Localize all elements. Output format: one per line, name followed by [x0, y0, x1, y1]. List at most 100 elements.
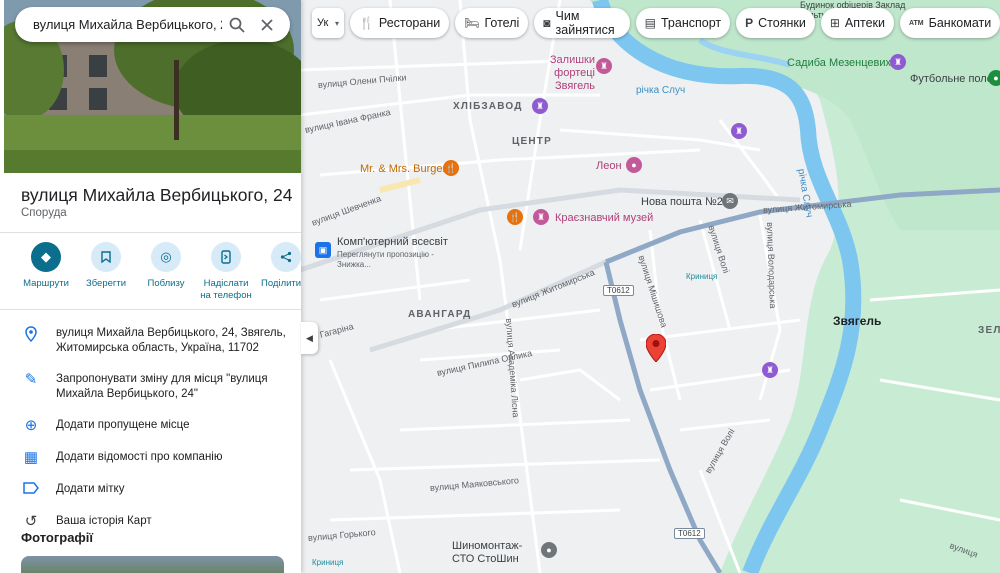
- address-text: вулиця Михайла Вербицького, 24, Звягель,…: [56, 327, 286, 354]
- poi-computer[interactable]: Комп'ютерний всесвіт: [337, 236, 448, 248]
- add-label-row[interactable]: Додати мітку: [0, 474, 301, 506]
- shopping-icon[interactable]: ●: [626, 157, 642, 173]
- district-label-zel: ЗЕЛ: [978, 325, 1000, 336]
- chip-label: Чим зайнятися: [555, 9, 615, 37]
- poi-computer-promo[interactable]: Переглянути пропозицію - Знижка...: [337, 250, 437, 270]
- chip-label: Банкомати: [928, 16, 992, 30]
- chevron-left-icon: ◀: [306, 332, 313, 343]
- poi-fortress[interactable]: Залишки фортеці Звягель: [547, 54, 595, 93]
- action-label: Надіслати на телефон: [200, 278, 252, 301]
- search-input[interactable]: [33, 17, 222, 32]
- label-icon: [21, 482, 41, 498]
- camera-icon: ◙: [543, 16, 551, 30]
- district-label-avanhard: АВАНГАРД: [408, 309, 472, 320]
- nearby-icon: ◎: [151, 242, 181, 272]
- poi-leon[interactable]: Леон: [596, 160, 622, 172]
- poi-krynytsia: Криниця: [686, 272, 718, 281]
- chip-transit[interactable]: ▤ Транспорт: [635, 8, 731, 38]
- poi-football[interactable]: Футбольне поле: [910, 73, 993, 85]
- search-box: [15, 7, 290, 42]
- language-layer-button[interactable]: Ук ▾: [312, 8, 344, 38]
- chip-things-to-do[interactable]: ◙ Чим зайнятися: [534, 8, 630, 38]
- chip-label: Аптеки: [844, 16, 885, 30]
- district-label-center: ЦЕНТР: [512, 136, 552, 147]
- action-label: Поблизу: [147, 278, 185, 289]
- history-icon: ↺: [24, 513, 38, 530]
- save-button[interactable]: Зберегти: [76, 242, 136, 302]
- location-pin-icon: [21, 326, 41, 346]
- category-chips-bar: Ук ▾ 🍴 Ресторани 🛏 Готелі ◙ Чим зайнятися ▤…: [312, 8, 1000, 38]
- poi-burger[interactable]: Mr. & Mrs. Burger: [360, 163, 446, 175]
- restaurant-icon[interactable]: 🍴: [443, 160, 459, 176]
- place-info-list: вулиця Михайла Вербицького, 24, Звягель,…: [0, 318, 301, 538]
- suggest-edit-row[interactable]: ✎ Запропонувати зміну для місця "вулиця …: [0, 364, 301, 410]
- parking-icon: P: [745, 16, 754, 30]
- road-shield: Т0612: [603, 285, 634, 296]
- landmark-icon[interactable]: ♜: [762, 362, 778, 378]
- maps-history-text: Ваша історія Карт: [56, 515, 152, 527]
- nearby-button[interactable]: ◎ Поблизу: [136, 242, 196, 302]
- landmark-icon[interactable]: ♜: [532, 98, 548, 114]
- add-missing-place-text: Додати пропущене місце: [56, 419, 190, 431]
- send-to-phone-icon: [211, 242, 241, 272]
- directions-icon: ◆: [31, 242, 61, 272]
- chip-parking[interactable]: P Стоянки: [736, 8, 815, 38]
- suggest-edit-text: Запропонувати зміну для місця "вулиця Ми…: [56, 373, 268, 400]
- caret-down-icon: ▾: [334, 18, 339, 28]
- add-business-row[interactable]: ▦ Додати відомості про компанію: [0, 442, 301, 474]
- museum-icon[interactable]: ♜: [533, 209, 549, 225]
- place-type: Споруда: [21, 207, 67, 219]
- place-title: вулиця Михайла Вербицького, 24: [21, 185, 293, 205]
- restaurant-icon[interactable]: 🍴: [507, 209, 523, 225]
- car-service-icon[interactable]: ●: [541, 542, 557, 558]
- poi-museum[interactable]: Краєзнавчий музей: [555, 212, 653, 224]
- landmark-icon[interactable]: ♜: [890, 54, 906, 70]
- pencil-icon: ✎: [24, 371, 38, 388]
- add-label-text: Додати мітку: [56, 483, 125, 495]
- poi-shynomontazh[interactable]: Шиномонтаж-СТО СтоШин: [452, 540, 542, 566]
- landmark-icon[interactable]: ♜: [596, 58, 612, 74]
- action-label: Поділитися: [261, 278, 301, 289]
- poi-krynytsia: Криниця: [312, 558, 344, 567]
- shopping-bag-icon[interactable]: ▣: [315, 242, 331, 258]
- pharmacy-icon: ⊞: [829, 16, 840, 30]
- landmark-icon[interactable]: ♜: [731, 123, 747, 139]
- chip-pharmacies[interactable]: ⊞ Аптеки: [820, 8, 894, 38]
- action-label: Маршрути: [23, 278, 69, 289]
- chip-atms[interactable]: ATM Банкомати: [899, 8, 1000, 38]
- add-missing-place-row[interactable]: ⊕ Додати пропущене місце: [0, 410, 301, 442]
- photos-heading: Фотографії: [21, 530, 94, 545]
- post-office-icon[interactable]: ✉: [722, 193, 738, 209]
- collapse-panel-button[interactable]: ◀: [301, 322, 318, 354]
- address-row[interactable]: вулиця Михайла Вербицького, 24, Звягель,…: [0, 318, 301, 364]
- directions-button[interactable]: ◆ Маршрути: [16, 242, 76, 302]
- share-icon: [271, 242, 301, 272]
- close-icon[interactable]: [252, 10, 282, 40]
- share-button[interactable]: Поділитися: [256, 242, 301, 302]
- divider: [0, 232, 301, 233]
- chip-label: Ресторани: [378, 16, 441, 30]
- chip-hotels[interactable]: 🛏 Готелі: [455, 8, 529, 38]
- hotel-icon: 🛏: [464, 16, 480, 30]
- chip-restaurants[interactable]: 🍴 Ресторани: [349, 8, 450, 38]
- place-side-panel: вулиця Михайла Вербицького, 24 Споруда ◆…: [0, 0, 301, 573]
- action-label: Зберегти: [85, 278, 127, 289]
- atm-icon: ATM: [908, 19, 924, 27]
- river-label: річка Случ: [636, 85, 686, 96]
- chip-label: Готелі: [484, 16, 520, 30]
- action-buttons: ◆ Маршрути Зберегти ◎ Поблизу Надіслати …: [16, 242, 301, 302]
- poi-sadyba[interactable]: Садиба Мезенцевих: [787, 57, 891, 69]
- photo-thumbnail[interactable]: [21, 556, 284, 573]
- search-icon[interactable]: [222, 10, 252, 40]
- red-pin-icon: [646, 334, 666, 362]
- send-to-phone-button[interactable]: Надіслати на телефон: [196, 242, 256, 302]
- chip-label: Стоянки: [758, 16, 806, 30]
- sports-icon[interactable]: ●: [988, 70, 1000, 86]
- road-shield: Т0612: [674, 528, 705, 539]
- add-business-text: Додати відомості про компанію: [56, 451, 223, 463]
- add-business-icon: ▦: [23, 449, 39, 466]
- restaurant-icon: 🍴: [358, 16, 374, 30]
- layer-label: Ук: [317, 17, 329, 29]
- poi-novaposhta[interactable]: Нова пошта №2: [641, 196, 723, 208]
- divider: [0, 309, 301, 310]
